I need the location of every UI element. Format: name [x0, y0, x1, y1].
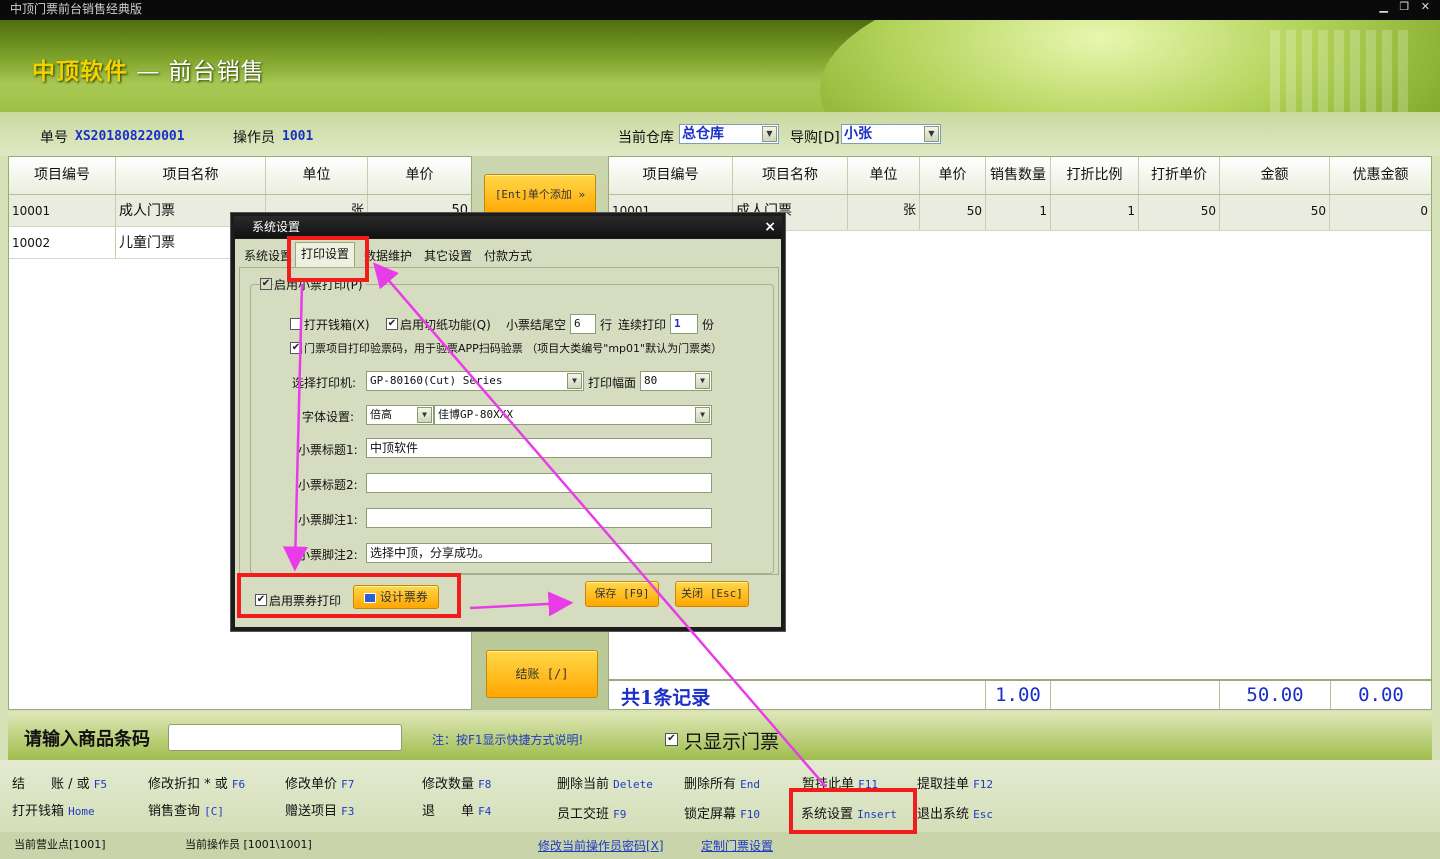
- arrow-tab-to-ticket: [282, 283, 308, 572]
- arrow-ticket-to-save: [469, 591, 574, 617]
- arrow-settings-to-tab: [373, 262, 827, 788]
- annotation-arrows: [282, 262, 827, 788]
